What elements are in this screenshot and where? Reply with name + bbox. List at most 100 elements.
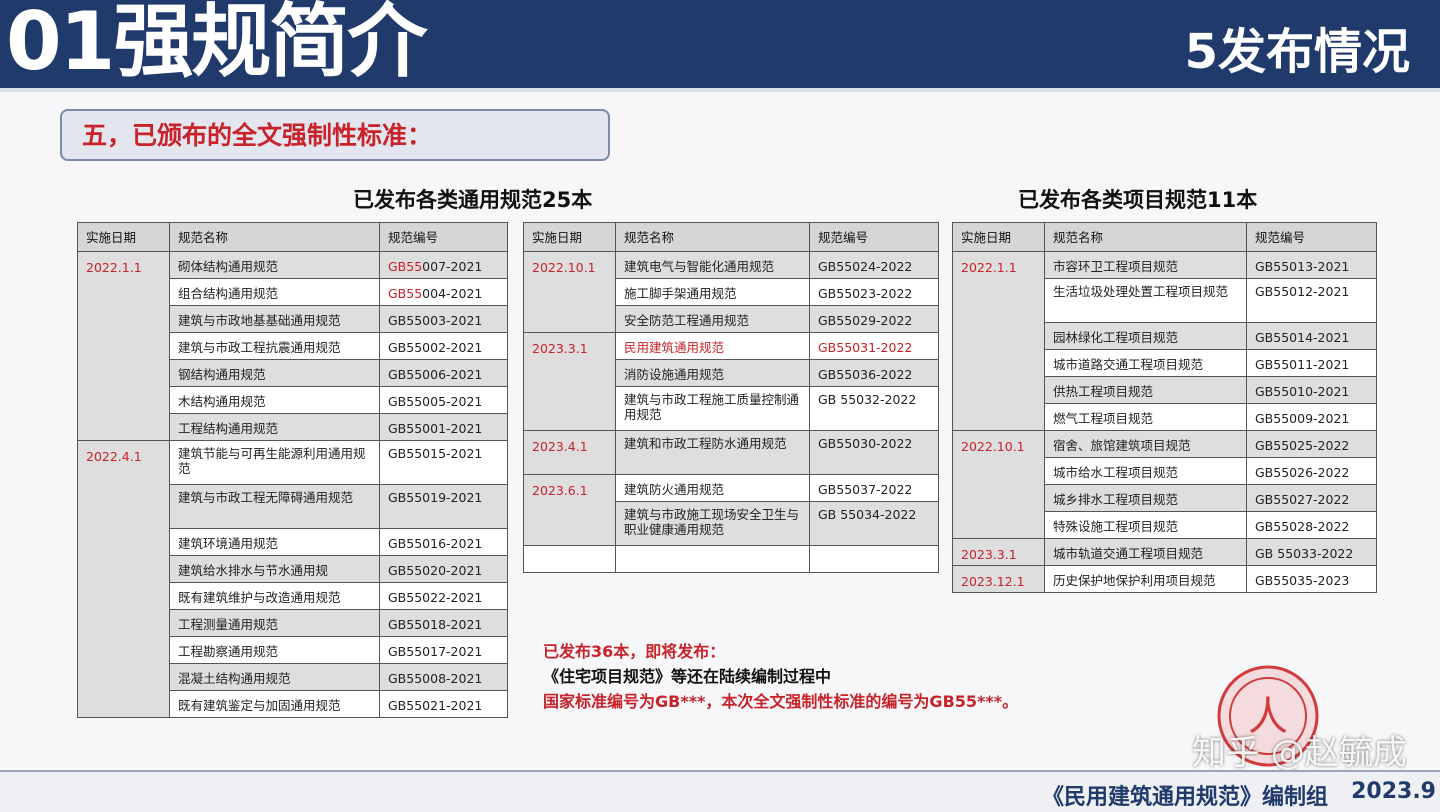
standard-name: 建筑环境通用规范 xyxy=(178,536,279,551)
standard-name: 建筑防火通用规范 xyxy=(624,482,725,497)
cell-code: GB55016-2021 xyxy=(379,528,508,556)
cell-name: 建筑与市政工程抗震通用规范 xyxy=(169,332,380,360)
table-row: 2023.3.1 城市轨道交通工程项目规范 GB 55033-2022 xyxy=(952,538,1377,566)
standard-name: 砌体结构通用规范 xyxy=(178,259,279,274)
cell-name xyxy=(615,545,810,573)
release-notes: 已发布36本，即将发布： 《住宅项目规范》等还在陆续编制过程中 国家标准编号为G… xyxy=(543,639,1018,714)
cell-name: 建筑给水排水与节水通用规 xyxy=(169,555,380,583)
standard-code: GB55012-2021 xyxy=(1255,284,1350,299)
standard-name: 供热工程项目规范 xyxy=(1053,384,1154,399)
standard-name: 建筑节能与可再生能源利用通用规范 xyxy=(178,446,366,476)
standard-name: 消防设施通用规范 xyxy=(624,367,725,382)
standard-code: GB55028-2022 xyxy=(1255,519,1350,534)
note-line-upcoming: 《住宅项目规范》等还在陆续编制过程中 xyxy=(543,667,832,686)
standard-code: 004-2021 xyxy=(422,286,483,301)
cell-name: 市容环卫工程项目规范 xyxy=(1044,251,1247,279)
cell-name: 混凝土结构通用规范 xyxy=(169,663,380,691)
cell-code: GB55008-2021 xyxy=(379,663,508,691)
cell-name: 砌体结构通用规范 xyxy=(169,251,380,279)
watermark-text: 知乎 @赵毓成 xyxy=(1192,733,1407,773)
standard-name: 组合结构通用规范 xyxy=(178,286,279,301)
standard-code: GB55015-2021 xyxy=(388,446,483,461)
cell-code: GB55029-2022 xyxy=(809,305,939,333)
cell-date: 2023.3.1 xyxy=(523,332,616,431)
note-line-published: 已发布36本，即将发布： xyxy=(543,642,726,661)
column-header-date: 实施日期 xyxy=(77,222,170,252)
table-row: 2022.1.1 砌体结构通用规范 GB55007-2021 xyxy=(77,251,508,441)
cell-code: GB55001-2021 xyxy=(379,413,508,441)
cell-name: 生活垃圾处理处置工程项目规范 xyxy=(1044,278,1247,323)
cell-code: GB55014-2021 xyxy=(1246,322,1377,350)
cell-code: GB55027-2022 xyxy=(1246,484,1377,512)
standard-code: GB55002-2021 xyxy=(388,340,483,355)
cell-code: GB55003-2021 xyxy=(379,305,508,333)
cell-code: GB55019-2021 xyxy=(379,484,508,529)
cell-code: GB 55032-2022 xyxy=(809,386,939,431)
standard-code: GB55018-2021 xyxy=(388,617,483,632)
cell-code: GB55011-2021 xyxy=(1246,349,1377,377)
general-standards-table-left: 实施日期 规范名称 规范编号 2022.1.1 砌体结构通用规范 GB55007-2… xyxy=(77,222,508,718)
general-standards-table-right: 实施日期 规范名称 规范编号 2022.10.1 建筑电气与智能化通用规范 GB55… xyxy=(523,222,939,573)
standard-code: GB 55034-2022 xyxy=(818,507,917,522)
column-header-date: 实施日期 xyxy=(952,222,1045,252)
table-row: 2023.12.1 历史保护地保护利用项目规范 GB55035-2023 xyxy=(952,565,1377,593)
table-header-row: 实施日期 规范名称 规范编号 xyxy=(523,222,939,252)
standard-name: 燃气工程项目规范 xyxy=(1053,411,1154,426)
cell-name: 木结构通用规范 xyxy=(169,386,380,414)
cell-code: GB55031-2022 xyxy=(809,332,939,360)
cell-code: GB55024-2022 xyxy=(809,251,939,279)
cell-code: GB55015-2021 xyxy=(379,440,508,485)
standard-code: GB55010-2021 xyxy=(1255,384,1350,399)
standard-name: 宿舍、旅馆建筑项目规范 xyxy=(1053,438,1191,453)
standard-code: GB55030-2022 xyxy=(818,436,913,451)
column-header-code: 规范编号 xyxy=(809,222,939,252)
cell-name: 钢结构通用规范 xyxy=(169,359,380,387)
cell-name: 建筑防火通用规范 xyxy=(615,474,810,502)
cell-name: 建筑和市政工程防水通用规范 xyxy=(615,430,810,475)
cell-code: GB55036-2022 xyxy=(809,359,939,387)
cell-code: GB55006-2021 xyxy=(379,359,508,387)
cell-name: 供热工程项目规范 xyxy=(1044,376,1247,404)
standard-code: GB55001-2021 xyxy=(388,421,483,436)
standard-code: GB55006-2021 xyxy=(388,367,483,382)
standard-name: 民用建筑通用规范 xyxy=(624,340,725,355)
cell-date: 2022.4.1 xyxy=(77,440,170,718)
table-row: 2022.1.1 市容环卫工程项目规范 GB55013-2021 xyxy=(952,251,1377,431)
standard-code: GB 55032-2022 xyxy=(818,392,917,407)
cell-name: 燃气工程项目规范 xyxy=(1044,403,1247,431)
standard-code: GB55016-2021 xyxy=(388,536,483,551)
standard-name: 木结构通用规范 xyxy=(178,394,266,409)
cell-name: 既有建筑维护与改造通用规范 xyxy=(169,582,380,610)
cell-code: GB55020-2021 xyxy=(379,555,508,583)
cell-name: 施工脚手架通用规范 xyxy=(615,278,810,306)
cell-date: 2023.6.1 xyxy=(523,474,616,546)
cell-name: 建筑与市政工程施工质量控制通用规范 xyxy=(615,386,810,431)
cell-name: 特殊设施工程项目规范 xyxy=(1044,511,1247,539)
cell-name: 组合结构通用规范 xyxy=(169,278,380,306)
standard-name: 建筑与市政工程无障碍通用规范 xyxy=(178,490,354,505)
cell-code: GB55028-2022 xyxy=(1246,511,1377,539)
standard-code: 007-2021 xyxy=(422,259,483,274)
project-standards-table: 实施日期 规范名称 规范编号 2022.1.1 市容环卫工程项目规范 GB55013… xyxy=(952,222,1377,593)
cell-code: GB55023-2022 xyxy=(809,278,939,306)
cell-name: 工程勘察通用规范 xyxy=(169,636,380,664)
standard-name: 城市轨道交通工程项目规范 xyxy=(1053,546,1204,561)
cell-code: GB55035-2023 xyxy=(1246,565,1377,593)
cell-code: GB55013-2021 xyxy=(1246,251,1377,279)
header-divider xyxy=(0,88,1440,92)
cell-name: 建筑与市政工程无障碍通用规范 xyxy=(169,484,380,529)
standard-name: 建筑给水排水与节水通用规 xyxy=(178,563,329,578)
cell-date xyxy=(523,545,616,573)
standard-name: 既有建筑鉴定与加固通用规范 xyxy=(178,698,341,713)
cell-date: 2023.12.1 xyxy=(952,565,1045,593)
section-heading-box: 五，已颁布的全文强制性标准： xyxy=(60,109,610,161)
cell-name: 建筑电气与智能化通用规范 xyxy=(615,251,810,279)
standard-code: GB55019-2021 xyxy=(388,490,483,505)
column-header-date: 实施日期 xyxy=(523,222,616,252)
standard-code: GB55036-2022 xyxy=(818,367,913,382)
standard-code: GB 55033-2022 xyxy=(1255,546,1354,561)
standard-name: 生活垃圾处理处置工程项目规范 xyxy=(1053,284,1229,299)
cell-code: GB55018-2021 xyxy=(379,609,508,637)
standard-name: 建筑与市政工程抗震通用规范 xyxy=(178,340,341,355)
cell-code: GB55030-2022 xyxy=(809,430,939,475)
